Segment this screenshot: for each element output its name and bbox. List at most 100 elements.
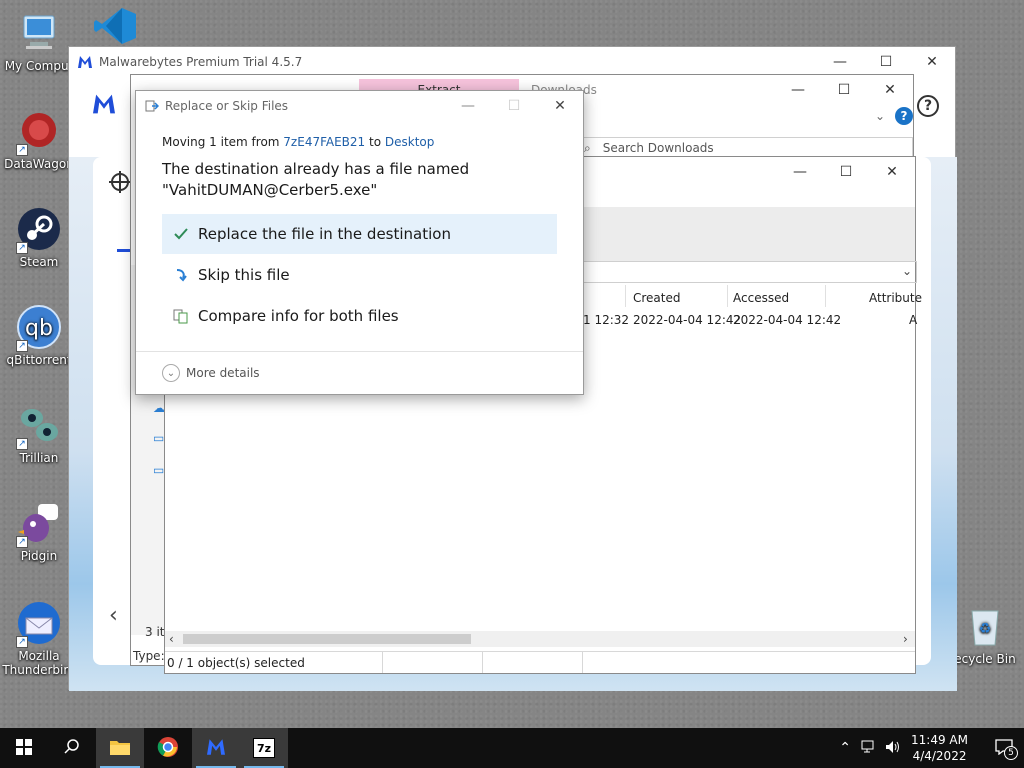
help-icon[interactable]: ? [895,107,913,125]
column-header-accessed[interactable]: Accessed [733,291,789,305]
chevron-down-icon: ⌄ [162,364,180,382]
more-details-toggle[interactable]: ⌄ More details [162,364,260,382]
network-icon[interactable] [861,740,877,757]
desktop-icon-recycle-bin[interactable]: ♻ ecycle Bin [946,603,1024,666]
skip-file-option[interactable]: Skip this file [162,255,557,295]
desktop-icon-label: My Comput [4,59,74,73]
svg-text:qb: qb [25,316,53,341]
malwarebytes-main-logo-icon [91,93,117,118]
maximize-button[interactable]: ☐ [821,75,867,105]
help-button[interactable]: ? [917,95,939,117]
cell-attributes: A [909,313,918,327]
back-arrow-icon[interactable]: ‹ [109,603,118,628]
close-button[interactable]: ✕ [867,75,913,105]
chrome-icon [157,736,179,761]
system-tray: ⌃ 11:49 AM 4/4/2022 5 [839,728,1024,768]
path-dropdown-icon[interactable]: ⌄ [902,264,912,278]
clock[interactable]: 11:49 AM 4/4/2022 [911,732,968,764]
source-link[interactable]: 7zE47FAEB21 [283,135,365,149]
search-button[interactable] [48,728,96,768]
windows-logo-icon [16,738,32,758]
taskbar-chrome[interactable] [144,728,192,768]
zip-path-box[interactable]: ⌄ [583,261,917,283]
more-details-label: More details [186,366,260,380]
notification-center-button[interactable]: 5 [984,728,1024,768]
scroll-left-icon[interactable]: ‹ [169,632,174,646]
maximize-button[interactable]: ☐ [863,47,909,77]
clock-time: 11:49 AM [911,733,968,747]
dialog-divider [136,351,583,352]
desktop-icon-my-computer[interactable]: My Comput [0,10,78,73]
shortcut-arrow-icon: ↗ [16,340,28,352]
desktop-icon-thunderbird[interactable]: ↗ Mozilla Thunderbird [0,600,78,677]
qbittorrent-icon: qb ↗ [16,304,62,352]
vscode-icon[interactable] [92,6,138,46]
message-line-2: "VahitDUMAN@Cerber5.exe" [162,181,378,199]
column-header-attributes[interactable]: Attribute [869,291,922,305]
cell-accessed: 2022-04-04 12:42 [733,313,842,327]
status-selected: 0 / 1 object(s) selected [165,652,383,673]
blue-dash [117,249,131,252]
compare-files-option[interactable]: Compare info for both files [162,296,557,336]
desktop-icon-trillian[interactable]: ↗ Trillian [0,402,78,465]
type-label: Type: [133,649,165,663]
chevron-up-icon[interactable]: ⌃ [839,740,851,756]
minimize-button[interactable]: — [775,75,821,105]
taskbar-malwarebytes[interactable] [192,728,240,768]
replace-or-skip-dialog: Replace or Skip Files — ☐ ✕ Moving 1 ite… [135,90,584,395]
minimize-button[interactable]: — [777,157,823,187]
maximize-button[interactable]: ☐ [823,157,869,187]
pc-icon: ▭ [153,431,165,445]
pidgin-icon: ↗ [16,500,62,548]
desktop-icon-label: Steam [19,255,59,269]
desktop-icon-steam[interactable]: ↗ Steam [0,206,78,269]
to-word: to [365,135,385,149]
taskbar: 7z ⌃ 11:49 AM 4/4/2022 5 [0,728,1024,768]
taskbar-file-explorer[interactable] [96,728,144,768]
minimize-button[interactable]: — [445,91,491,121]
cell-created: 2022-04-04 12:42 [633,313,742,327]
horizontal-scrollbar[interactable]: ‹ › [165,631,915,647]
start-button[interactable] [0,728,48,768]
network-icon: ▭ [153,463,165,477]
close-button[interactable]: ✕ [537,91,583,121]
thunderbird-icon: ↗ [16,600,62,648]
desktop-icon-datawagon[interactable]: ↗ DataWagon [0,108,78,171]
skip-option-label: Skip this file [198,266,290,284]
desktop-icon-qbittorrent[interactable]: qb ↗ qBittorrent [0,304,78,367]
shortcut-arrow-icon: ↗ [16,242,28,254]
close-button[interactable]: ✕ [909,47,955,77]
ribbon-expand-icon[interactable]: ⌄ [875,109,885,123]
skip-arrow-icon [170,267,192,283]
volume-icon[interactable] [885,740,901,757]
close-button[interactable]: ✕ [869,157,915,187]
desktop-icon-pidgin[interactable]: ↗ Pidgin [0,500,78,563]
status-bar: 0 / 1 object(s) selected [165,651,915,673]
replace-option-label: Replace the file in the destination [198,225,451,243]
column-header-created[interactable]: Created [633,291,681,305]
computer-icon [16,10,62,56]
svg-text:♻: ♻ [979,621,992,637]
maximize-button: ☐ [507,98,521,114]
file-move-icon [145,99,159,113]
moving-prefix: Moving 1 item from [162,135,284,149]
clock-date: 4/4/2022 [912,749,967,763]
steam-icon: ↗ [16,206,62,254]
malwarebytes-icon [205,738,227,759]
datawagon-icon: ↗ [16,108,62,156]
crosshair-icon [109,171,131,196]
desktop-icon-label: DataWagon [4,157,74,171]
scroll-right-icon[interactable]: › [903,632,908,646]
cell-modified: 1 12:32 [583,313,630,327]
taskbar-7zip[interactable]: 7z [240,728,288,768]
minimize-button[interactable]: — [817,47,863,77]
search-icon [64,738,80,758]
dialog-title: Replace or Skip Files [165,99,289,113]
replace-file-option[interactable]: Replace the file in the destination [162,214,557,254]
7zip-icon: 7z [253,738,275,758]
scroll-thumb[interactable] [183,634,471,644]
desktop-icon-label: Pidgin [20,549,58,563]
shortcut-arrow-icon: ↗ [16,144,28,156]
destination-link[interactable]: Desktop [385,135,435,149]
desktop-icon-label: qBittorrent [6,353,72,367]
